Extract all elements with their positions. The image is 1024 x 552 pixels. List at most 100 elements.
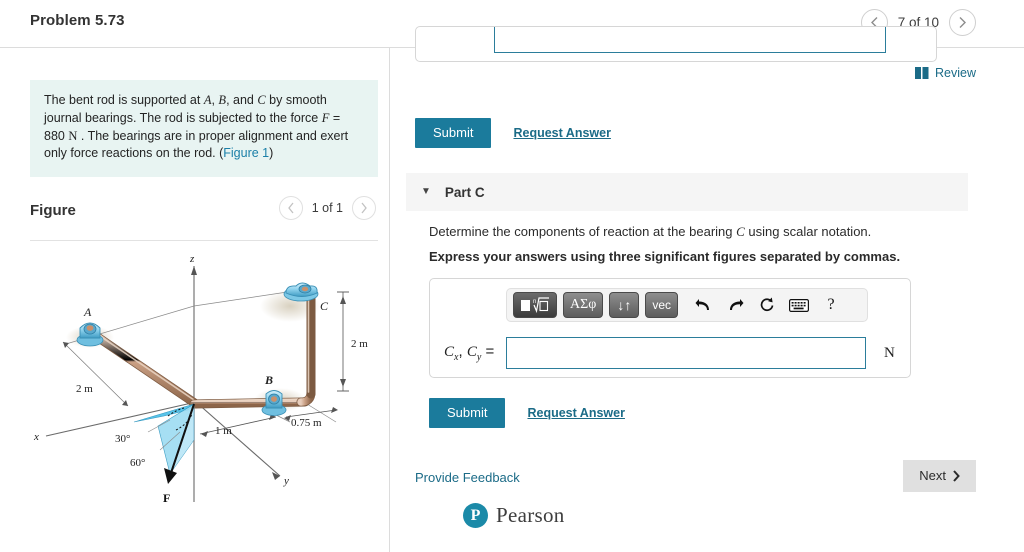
figure-title: Figure	[30, 202, 76, 219]
prompt-bearing-c: C	[736, 224, 745, 239]
dim-label-2m-right: 2 m	[351, 338, 368, 350]
template-radical-icon: n	[521, 297, 549, 314]
next-button-label: Next	[919, 468, 946, 483]
statement-text-4: )	[269, 146, 274, 161]
statement-point-c: C	[257, 93, 266, 107]
provide-feedback-link[interactable]: Provide Feedback	[415, 470, 520, 485]
request-answer-link-part-b[interactable]: Request Answer	[513, 126, 610, 140]
part-c-submit-row: Submit Request Answer	[429, 398, 625, 428]
keyboard-icon	[789, 298, 810, 312]
review-button[interactable]: Review	[915, 66, 976, 80]
statement-and: , and	[226, 93, 258, 107]
page-title: Problem 5.73	[30, 12, 125, 29]
dim-line-075	[285, 409, 337, 418]
previous-answer-panel	[415, 26, 937, 62]
answer-input[interactable]	[506, 337, 866, 369]
part-c-header[interactable]: ▼ Part C	[406, 173, 968, 211]
submit-button-part-b[interactable]: Submit	[415, 118, 492, 148]
book-icon	[915, 67, 929, 79]
redo-arrow-icon	[729, 298, 744, 310]
part-c-label: Part C	[444, 184, 485, 200]
answer-panel: n ΑΣφ ↓↑ vec ? Cx, Cy = N	[429, 278, 911, 378]
bearing-b	[261, 390, 287, 416]
figure-header: Figure 1 of 1	[30, 196, 378, 238]
dim-arrow-2m-right-bottom	[340, 379, 346, 387]
statement-text-3: . The bearings are in proper alignment a…	[44, 128, 349, 161]
figure-divider	[30, 240, 378, 241]
figure-pager-label: 1 of 1	[311, 201, 343, 215]
svg-text:n: n	[533, 299, 536, 305]
dim-label-1m: 1 m	[215, 425, 232, 437]
part-c-instruction: Express your answers using three signifi…	[429, 249, 901, 264]
prompt-text-2: using scalar notation.	[744, 224, 872, 239]
next-figure-button[interactable]	[352, 196, 376, 220]
greek-symbols-label: ΑΣφ	[570, 297, 597, 312]
help-icon: ?	[827, 296, 835, 313]
help-button[interactable]: ?	[818, 292, 844, 318]
force-label: F	[163, 491, 170, 505]
dim-arrow-2m-right-top	[340, 296, 346, 304]
dim-label-2m-left: 2 m	[76, 383, 93, 395]
previous-answer-input[interactable]	[494, 27, 886, 53]
answer-label-sep: ,	[458, 343, 467, 360]
answer-label-eq: =	[481, 343, 495, 360]
dim-arrow-1m-left	[201, 431, 208, 437]
chevron-right-icon	[953, 469, 960, 482]
answer-row: Cx, Cy = N	[430, 331, 912, 375]
angle-label-30: 30°	[115, 433, 130, 445]
review-label: Review	[935, 66, 976, 80]
redo-button[interactable]	[722, 292, 748, 318]
angle-label-60: 60°	[130, 457, 145, 469]
statement-text-1: The bent rod is supported at	[44, 93, 204, 107]
bearing-c	[283, 282, 319, 302]
pearson-logo: P Pearson	[463, 503, 565, 528]
figure-pager: 1 of 1	[278, 196, 376, 220]
undo-arrow-icon	[695, 298, 709, 310]
undo-button[interactable]	[690, 292, 716, 318]
vector-button[interactable]: vec	[645, 292, 679, 318]
pearson-wordmark: Pearson	[496, 503, 565, 527]
next-problem-button[interactable]	[949, 9, 976, 36]
chevron-right-icon	[959, 17, 966, 28]
prompt-text-1: Determine the components of reaction at …	[429, 224, 737, 239]
label-point-a: A	[83, 305, 92, 319]
rod-segment-a	[92, 332, 200, 408]
request-answer-link-part-c[interactable]: Request Answer	[527, 406, 624, 420]
dim-arrow-075-left	[284, 415, 291, 421]
part-c-prompt: Determine the components of reaction at …	[429, 224, 871, 240]
axis-z-arrow	[191, 266, 197, 275]
bent-rod-diagram-svg: z x y A B C 2 m 2 m 1 m 0.75 m 30° 60° F	[33, 253, 368, 505]
reset-circle-icon	[760, 297, 774, 312]
caret-down-icon[interactable]: ▼	[421, 187, 431, 197]
label-point-b: B	[264, 373, 273, 387]
problem-statement: The bent rod is supported at A, B, and C…	[30, 80, 378, 177]
axis-z-label: z	[189, 253, 195, 265]
submit-button-part-c[interactable]: Submit	[429, 398, 506, 428]
previous-figure-button[interactable]	[278, 196, 303, 220]
answer-label-cy: C	[466, 344, 477, 360]
answer-unit-label: N	[884, 344, 895, 361]
answer-label: Cx, Cy =	[444, 343, 506, 363]
greek-symbols-button[interactable]: ΑΣφ	[563, 292, 604, 318]
arrows-label: ↓↑	[617, 297, 632, 313]
axis-x-label: x	[33, 431, 39, 443]
template-radical-button[interactable]: n	[513, 292, 557, 318]
rod-segment-b	[190, 398, 309, 408]
chevron-left-icon	[287, 202, 294, 214]
statement-point-b: B	[218, 93, 227, 107]
pearson-mark-icon: P	[463, 503, 488, 528]
dim-label-075m: 0.75 m	[291, 417, 322, 429]
chevron-right-icon	[361, 202, 367, 214]
figure-link[interactable]: Figure 1	[223, 146, 269, 160]
arrows-button[interactable]: ↓↑	[609, 292, 640, 318]
keyboard-button[interactable]	[786, 292, 812, 318]
figure-diagram: z x y A B C 2 m 2 m 1 m 0.75 m 30° 60° F	[18, 244, 378, 544]
bearing-a	[76, 322, 104, 347]
label-point-c: C	[320, 299, 329, 313]
next-button[interactable]: Next	[903, 460, 976, 492]
axis-y-label: y	[283, 475, 289, 487]
reset-button[interactable]	[754, 292, 780, 318]
math-toolbar: n ΑΣφ ↓↑ vec ?	[506, 288, 868, 322]
dim-line-1m	[199, 416, 277, 435]
previous-submit-row: Submit Request Answer	[415, 118, 611, 148]
